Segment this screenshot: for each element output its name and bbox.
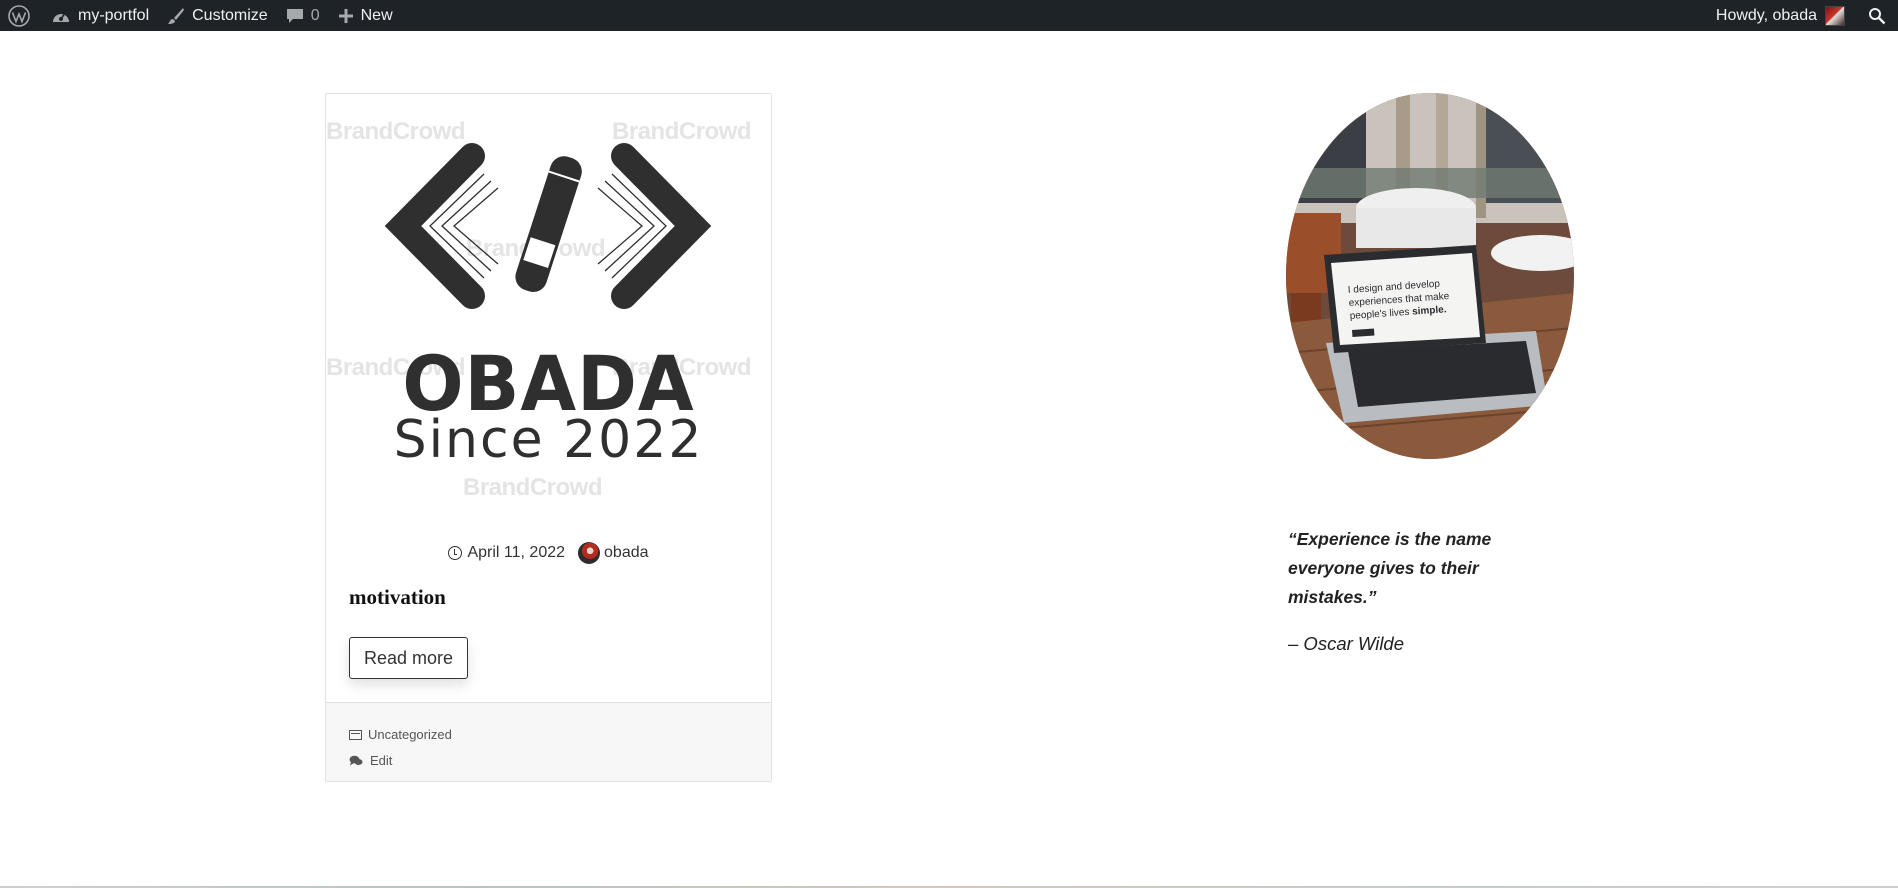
greeting-label: Howdy, obada <box>1715 6 1817 24</box>
plus-icon <box>338 8 353 23</box>
post-footer: Uncategorized Edit <box>326 702 771 781</box>
comment-bubble-icon <box>286 8 303 23</box>
post-featured-image[interactable]: BrandCrowd BrandCrowd BrandCrowd BrandCr… <box>326 94 771 524</box>
comments-link[interactable]: 0 <box>277 0 329 31</box>
post-author[interactable]: obada <box>604 544 649 562</box>
watermark: BrandCrowd <box>463 474 603 501</box>
post-date[interactable]: April 11, 2022 <box>467 544 565 562</box>
new-content-link[interactable]: New <box>329 0 402 31</box>
quote-author: – Oscar Wilde <box>1288 633 1405 654</box>
post-title[interactable]: motivation <box>349 585 446 610</box>
edit-post-link[interactable]: Edit <box>370 753 392 768</box>
customize-link[interactable]: Customize <box>158 0 277 31</box>
site-name-label: my-portfol <box>78 6 150 24</box>
post-card: BrandCrowd BrandCrowd BrandCrowd BrandCr… <box>325 93 772 782</box>
post-meta: April 11, 2022 obada <box>326 542 771 564</box>
comments-count: 0 <box>310 6 320 24</box>
post-category[interactable]: Uncategorized <box>368 727 452 742</box>
dashboard-icon <box>53 12 69 22</box>
new-label: New <box>360 6 393 24</box>
search-icon <box>1869 7 1886 24</box>
laptop-cafe-image: I design and develop experiences that ma… <box>1286 93 1574 459</box>
logo-tagline: Since 2022 <box>393 410 704 470</box>
clock-icon <box>448 546 463 560</box>
sidebar-quote: “Experience is the name everyone gives t… <box>1288 529 1492 607</box>
paintbrush-icon <box>168 7 185 24</box>
code-brackets-logo <box>384 143 712 309</box>
my-account-menu[interactable]: Howdy, obada <box>1707 0 1854 31</box>
site-name-link[interactable]: my-portfol <box>42 0 158 31</box>
wordpress-menu[interactable] <box>0 0 42 31</box>
post-category-row: Uncategorized <box>349 727 452 742</box>
admin-search[interactable] <box>1854 0 1898 31</box>
customize-label: Customize <box>192 6 268 24</box>
folder-icon <box>349 729 362 740</box>
admin-avatar <box>1825 5 1845 26</box>
author-avatar <box>578 542 601 564</box>
admin-bar: my-portfol Customize 0 New Howdy, obada <box>0 0 1898 31</box>
wordpress-logo-icon <box>8 4 30 27</box>
comments-icon <box>349 755 363 765</box>
laptop-photo: I design and develop experiences that ma… <box>1286 93 1574 459</box>
post-edit-row: Edit <box>349 753 392 768</box>
read-more-button[interactable]: Read more <box>349 637 468 679</box>
